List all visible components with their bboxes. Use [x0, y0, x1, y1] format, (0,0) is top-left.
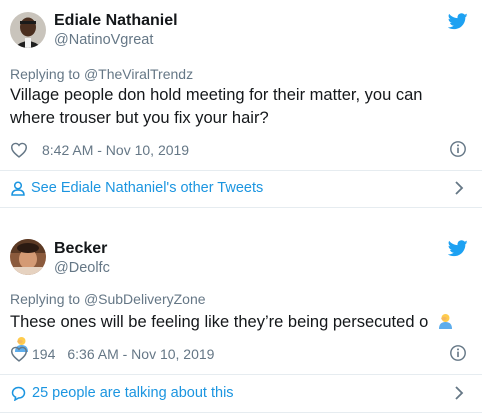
timestamp[interactable]: 6:36 AM - Nov 10, 2019 — [67, 346, 214, 362]
conversation-label[interactable]: 25 people are talking about this — [32, 385, 234, 401]
divider — [0, 412, 482, 413]
tweet-text-body: These ones will be feeling like they’re … — [10, 313, 429, 331]
info-icon[interactable] — [449, 140, 467, 158]
twitter-bird-icon[interactable] — [448, 13, 468, 30]
reply-to-link[interactable]: @TheViralTrendz — [84, 66, 193, 82]
author-name[interactable]: Ediale Nathaniel — [54, 12, 178, 30]
author-handle[interactable]: @NatinoVgreat — [54, 32, 153, 48]
timestamp[interactable]: 8:42 AM - Nov 10, 2019 — [42, 142, 189, 158]
avatar[interactable] — [10, 239, 46, 275]
reply-prefix: Replying to — [10, 291, 84, 307]
like-count[interactable]: 194 — [32, 346, 55, 362]
heart-icon[interactable] — [10, 346, 28, 362]
info-icon[interactable] — [449, 344, 467, 362]
chevron-right-icon[interactable] — [454, 181, 464, 195]
author-handle[interactable]: @Deolfc — [54, 260, 110, 276]
twitter-bird-icon[interactable] — [448, 240, 468, 257]
reply-to-link[interactable]: @SubDeliveryZone — [84, 291, 206, 307]
reply-context: Replying to @SubDeliveryZone — [10, 291, 206, 307]
reply-context: Replying to @TheViralTrendz — [10, 66, 193, 82]
heart-icon[interactable] — [10, 142, 28, 158]
person-icon — [11, 180, 25, 196]
speech-bubble-icon — [11, 386, 26, 401]
author-name[interactable]: Becker — [54, 240, 107, 258]
facepalm-emoji-icon — [439, 314, 453, 329]
tweet-card: Ediale Nathaniel @NatinoVgreat Replying … — [0, 0, 482, 208]
conversation-link[interactable]: 25 people are talking about this — [0, 375, 482, 411]
tweet-card: Becker @Deolfc Replying to @SubDeliveryZ… — [0, 222, 482, 416]
chevron-right-icon[interactable] — [454, 386, 464, 400]
reply-prefix: Replying to — [10, 66, 84, 82]
other-tweets-link[interactable]: See Ediale Nathaniel's other Tweets — [0, 170, 482, 206]
tweet-meta: 8:42 AM - Nov 10, 2019 — [10, 141, 189, 159]
tweet-text: Village people don hold meeting for thei… — [10, 86, 423, 127]
avatar[interactable] — [10, 12, 46, 48]
tweet-meta: 194 6:36 AM - Nov 10, 2019 — [10, 345, 214, 363]
divider — [0, 207, 482, 208]
other-tweets-label[interactable]: See Ediale Nathaniel's other Tweets — [31, 180, 263, 196]
